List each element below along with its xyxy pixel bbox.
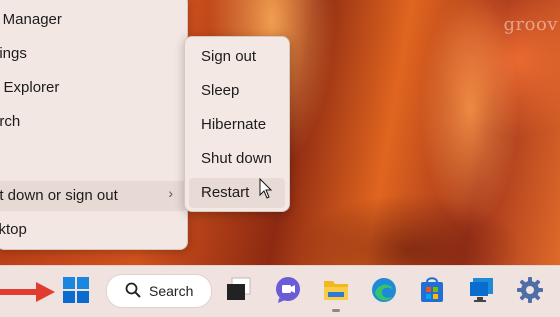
mouse-pointer-icon — [259, 178, 273, 199]
sign-out-option[interactable]: Sign out — [189, 42, 285, 72]
search-icon — [125, 282, 141, 298]
chevron-right-icon: › — [168, 185, 173, 201]
teams-chat-icon[interactable] — [274, 276, 302, 304]
active-app-indicator — [332, 309, 340, 312]
remote-desktop-icon[interactable] — [468, 276, 496, 304]
menu-item-desktop[interactable]: sktop — [0, 215, 187, 245]
taskbar-search-box[interactable]: Search — [106, 274, 212, 308]
menu-item-shut-down-or-sign-out[interactable]: ut down or sign out › — [0, 181, 187, 211]
microsoft-store-icon[interactable] — [418, 276, 446, 304]
hibernate-option[interactable]: Hibernate — [189, 110, 285, 140]
winx-power-menu: k Manager ttings e Explorer arch n ut do… — [0, 0, 188, 250]
menu-item-file-explorer[interactable]: e Explorer — [0, 73, 187, 103]
shutdown-submenu: Sign out Sleep Hibernate Shut down Resta… — [184, 36, 290, 212]
task-view-icon[interactable] — [224, 276, 252, 304]
menu-item-run[interactable]: n — [0, 141, 187, 171]
search-label: Search — [149, 283, 194, 299]
sleep-option[interactable]: Sleep — [189, 76, 285, 106]
menu-item-task-manager[interactable]: k Manager — [0, 5, 187, 35]
file-explorer-icon[interactable] — [322, 276, 350, 304]
red-arrow-icon — [0, 282, 55, 302]
settings-icon[interactable] — [516, 276, 544, 304]
menu-item-search[interactable]: arch — [0, 107, 187, 137]
shut-down-option[interactable]: Shut down — [189, 144, 285, 174]
edge-icon[interactable] — [370, 276, 398, 304]
start-icon[interactable] — [62, 276, 90, 304]
menu-item-settings[interactable]: ttings — [0, 39, 187, 69]
watermark: groov — [503, 14, 558, 35]
